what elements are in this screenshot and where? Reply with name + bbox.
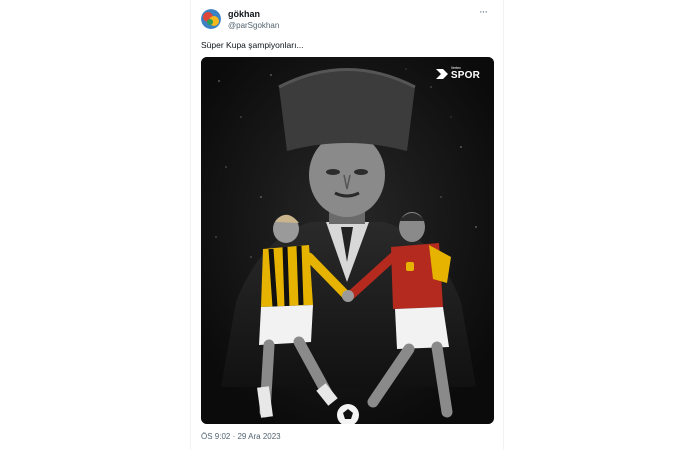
kalpak-hat xyxy=(279,69,415,151)
face xyxy=(309,133,385,217)
avatar[interactable] xyxy=(201,9,221,29)
tweet-text: Süper Kupa şampiyonları... xyxy=(201,40,304,50)
logo-big-text: SPOR xyxy=(450,69,480,81)
tv-spor-logo: Vertex SPOR xyxy=(435,67,480,81)
tweet-card: gökhan @parSgokhan ··· Süper Kupa şampiy… xyxy=(190,0,504,450)
author-handle[interactable]: @parSgokhan xyxy=(228,21,279,30)
author-name[interactable]: gökhan xyxy=(228,9,260,19)
more-options-icon[interactable]: ··· xyxy=(479,6,488,18)
tv-spor-logo-icon xyxy=(435,69,448,79)
tweet-media-image[interactable]: Vertex SPOR xyxy=(201,57,494,424)
tweet-timestamp[interactable]: ÖS 9:02 · 29 Ara 2023 xyxy=(201,432,281,441)
